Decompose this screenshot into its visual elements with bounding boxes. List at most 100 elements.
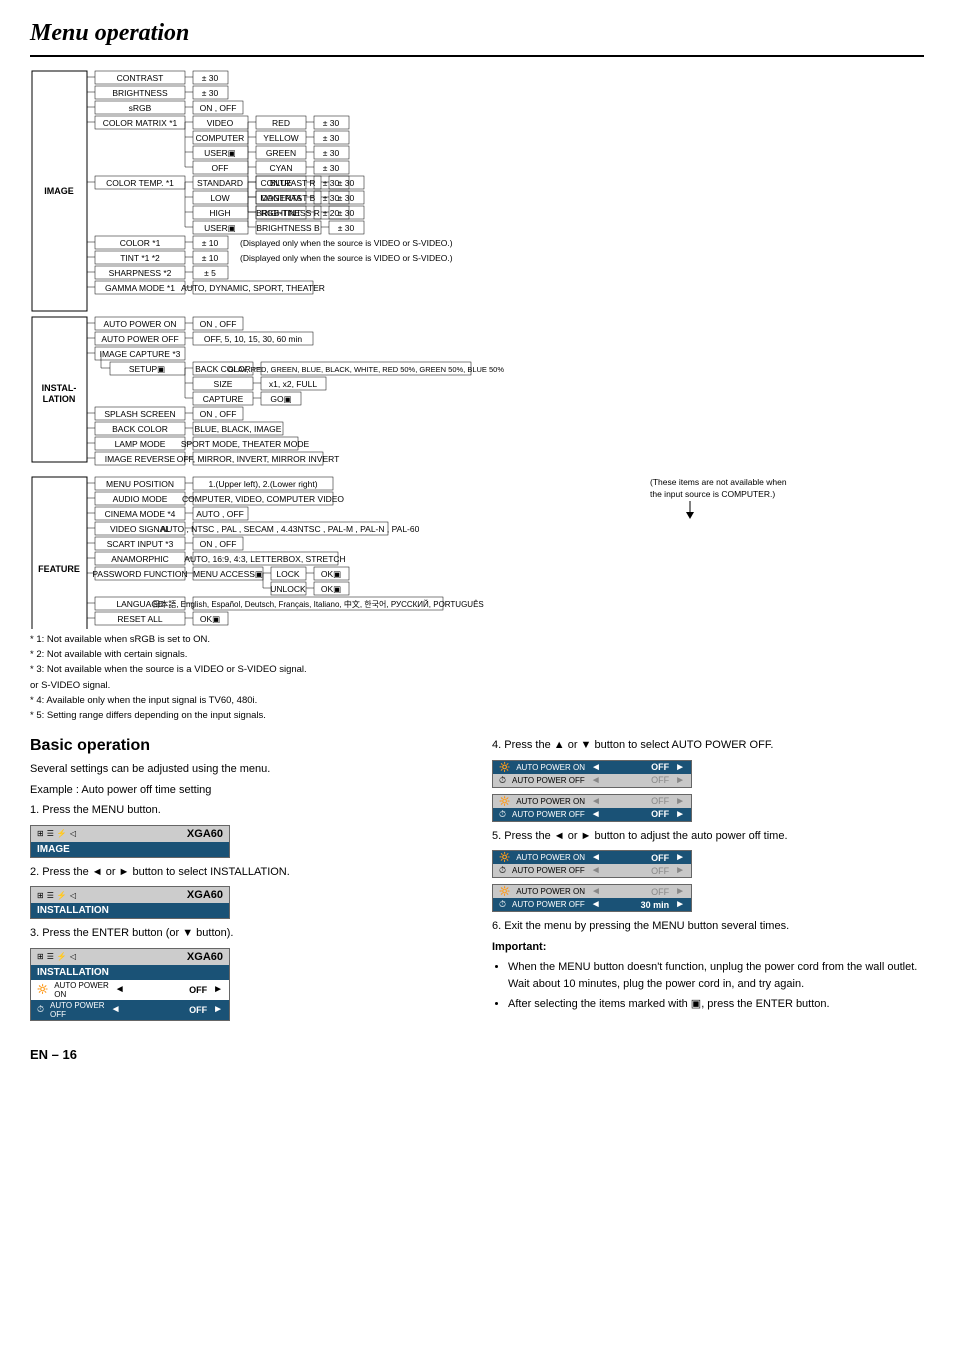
row-arrow-l: ◄ [591,886,601,897]
important-bullets: When the MENU button doesn't function, u… [492,959,924,1013]
row-sub: AUTO POWER OFF [512,776,585,785]
row-icon: ⏱ [499,809,506,820]
step-4: 4. Press the ▲ or ▼ button to select AUT… [492,737,924,754]
row-1: 🔆 AUTO POWER ON ◄ OFF ► [493,851,691,864]
footnote-2: * 2: Not available with certain signals. [30,647,924,662]
svg-text:(These items are not available: (These items are not available when [650,477,787,487]
row-arrow-l: ◄ [591,762,601,773]
svg-text:FEATURE: FEATURE [38,564,80,574]
svg-text:the input source is COMPUTER.): the input source is COMPUTER.) [650,489,775,499]
svg-text:± 5: ± 5 [204,268,216,278]
svg-text:AUDIO MODE: AUDIO MODE [113,494,168,504]
display-2-icons: ⊞ ☰ ⚡ ◁ [37,891,76,900]
row-icon: 🔆 [499,796,510,807]
display-5-top: 🔆 AUTO POWER ON ◄ OFF ► ⏱ AUTO POWER OFF… [492,850,692,878]
bullet-2: After selecting the items marked with ▣,… [508,996,924,1013]
svg-text:CINEMA MODE *4: CINEMA MODE *4 [105,509,176,519]
bullet-1: When the MENU button doesn't function, u… [508,959,924,992]
display-right-bottom-row-1: 🔆 AUTO POWER ON ◄ OFF ► [493,795,691,808]
svg-text:± 30: ± 30 [338,193,355,203]
icon-3: ⚡ [57,952,67,961]
display-3-row-1: 🔆 AUTO POWERON ◄ OFF ► [31,980,229,1000]
svg-text:± 10: ± 10 [202,253,219,263]
svg-text:COLOR *1: COLOR *1 [120,238,161,248]
row-icon: ⏱ [499,899,506,910]
display-5-bottom: 🔆 AUTO POWER ON ◄ OFF ► ⏱ AUTO POWER OFF… [492,884,692,912]
svg-text:ON , OFF: ON , OFF [200,103,237,113]
display-3-icons: ⊞ ☰ ⚡ ◁ [37,952,76,961]
row-1-val: OFF [189,985,207,995]
svg-text:IMAGE REVERSE: IMAGE REVERSE [105,454,176,464]
row-arrow-r: ► [675,886,685,897]
svg-text:SIZE: SIZE [214,379,233,389]
svg-text:SETUP▣: SETUP▣ [129,364,165,374]
svg-text:ON , OFF: ON , OFF [200,409,237,419]
footnote-3b: or S-VIDEO signal. [30,678,924,693]
svg-text:ON , OFF: ON , OFF [200,319,237,329]
svg-text:OK▣: OK▣ [200,614,220,624]
svg-text:BLUE, BLACK, IMAGE: BLUE, BLACK, IMAGE [195,424,282,434]
svg-text:± 30: ± 30 [338,178,355,188]
svg-text:± 10: ± 10 [202,238,219,248]
svg-text:USER▣: USER▣ [204,148,236,158]
row-arrow-r: ► [675,865,685,876]
row-1-sub: AUTO POWERON [54,981,109,999]
row-2-val: OFF [189,1005,207,1015]
svg-text:UNLOCK: UNLOCK [270,584,306,594]
footnote-1: * 1: Not available when sRGB is set to O… [30,632,924,647]
footnote-4: * 4: Available only when the input signa… [30,693,924,708]
intro-text: Several settings can be adjusted using t… [30,761,462,778]
display-right-bottom-rows: 🔆 AUTO POWER ON ◄ OFF ► ⏱ AUTO POWER OFF… [493,795,691,821]
svg-text:PASSWORD FUNCTION: PASSWORD FUNCTION [92,569,187,579]
left-column: Basic operation Several settings can be … [30,737,462,1027]
step-5: 5. Press the ◄ or ► button to adjust the… [492,828,924,845]
row-icon: ⏱ [499,775,506,786]
svg-text:sRGB: sRGB [129,103,152,113]
row-2-icon: ⏱ [37,1004,44,1015]
icon-4: ◁ [70,829,76,838]
row-val: OFF [651,853,669,863]
row-arrow-l: ◄ [591,809,601,820]
row-val: OFF [651,762,669,772]
svg-text:1.(Upper left), 2.(Lower right: 1.(Upper left), 2.(Lower right) [208,479,317,489]
row-2: ⏱ AUTO POWER OFF ◄ OFF ► [493,864,691,877]
row-arrow-l: ◄ [591,796,601,807]
page-number: EN – 16 [30,1047,924,1062]
menu-diagram: IMAGE CONTRAST ± 30 BRIGHTNESS ± 30 sRGB… [30,69,924,632]
svg-text:SCART INPUT *3: SCART INPUT *3 [107,539,174,549]
footnote-3: * 3: Not available when the source is a … [30,662,924,677]
svg-text:ANAMORPHIC: ANAMORPHIC [111,554,169,564]
row-sub: AUTO POWER OFF [512,866,585,875]
svg-text:BRIGHTNESS: BRIGHTNESS [112,88,168,98]
svg-text:(Displayed only when the sourc: (Displayed only when the source is VIDEO… [240,253,453,263]
footnotes-section: * 1: Not available when sRGB is set to O… [30,632,924,723]
row-icon: 🔆 [499,852,510,863]
row-sub: AUTO POWER ON [516,887,585,896]
svg-text:RESET ALL: RESET ALL [117,614,162,624]
svg-text:CONTRAST R: CONTRAST R [260,178,315,188]
display-3-bar: INSTALLATION [31,965,229,980]
display-1-icons: ⊞ ☰ ⚡ ◁ [37,829,76,838]
svg-text:AUTO , NTSC , PAL , SECAM , 4.: AUTO , NTSC , PAL , SECAM , 4.43NTSC , P… [161,524,420,534]
icon-1: ⊞ [37,891,44,900]
row-2-sub: AUTO POWEROFF [50,1001,105,1019]
svg-text:SPLASH SCREEN: SPLASH SCREEN [104,409,175,419]
svg-text:INSTAL-: INSTAL- [42,383,77,393]
svg-text:RED: RED [272,118,290,128]
row-sub: AUTO POWER ON [516,763,585,772]
row-sub: AUTO POWER OFF [512,900,585,909]
icon-2: ☰ [47,829,54,838]
row-arrow-l: ◄ [591,865,601,876]
icon-1: ⊞ [37,829,44,838]
svg-text:(Displayed only when the sourc: (Displayed only when the source is VIDEO… [240,238,453,248]
display-3-label: XGA60 [187,951,223,963]
icon-4: ◁ [70,952,76,961]
row-arrow-l: ◄ [591,852,601,863]
row-val: OFF [651,775,669,785]
svg-text:IMAGE: IMAGE [44,186,74,196]
display-2-top: ⊞ ☰ ⚡ ◁ XGA60 [31,887,229,903]
svg-text:AUTO, 16:9, 4:3, LETTERBOX, ST: AUTO, 16:9, 4:3, LETTERBOX, STRETCH [184,554,345,564]
svg-text:BACK COLOR: BACK COLOR [112,424,168,434]
row-icon: ⏱ [499,865,506,876]
display-5-bottom-rows: 🔆 AUTO POWER ON ◄ OFF ► ⏱ AUTO POWER OFF… [493,885,691,911]
